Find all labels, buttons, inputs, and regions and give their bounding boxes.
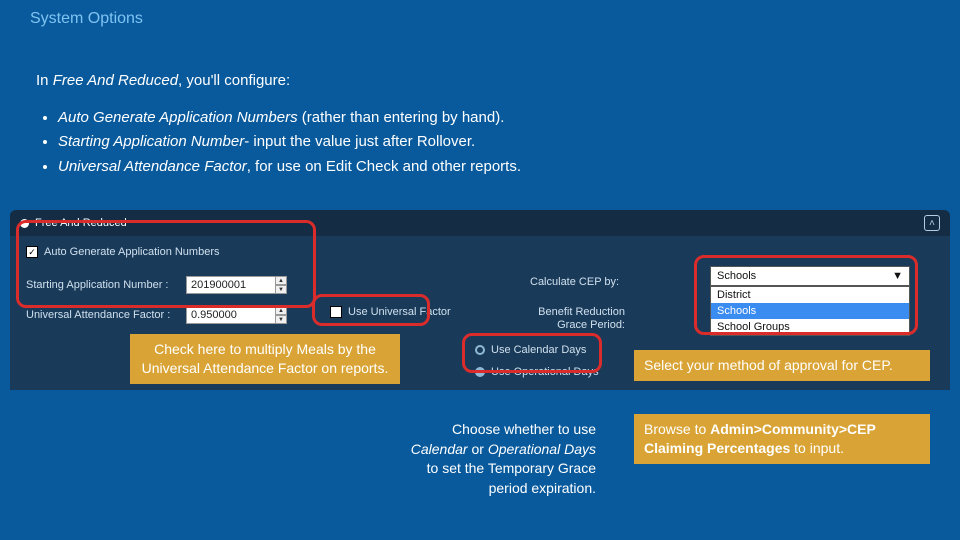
cep-dropdown-area: Schools ▼ District Schools School Groups	[710, 266, 910, 336]
intro-bullet: Starting Application Number- input the v…	[58, 131, 736, 154]
radio-operational-label: Use Operational Days	[491, 366, 599, 378]
cep-dropdown-value: Schools	[717, 270, 756, 282]
radio-calendar[interactable]	[475, 345, 485, 355]
callout-universal-factor: Check here to multiply Meals by the Univ…	[130, 334, 400, 384]
note-days-em2: Operational Days	[488, 441, 596, 457]
bullet-rest: , for use on Edit Check and other report…	[247, 158, 521, 175]
benefit-label: Benefit Reduction Grace Period:	[505, 306, 625, 332]
intro-lead-suffix: , you'll configure:	[178, 72, 290, 89]
uaf-label: Universal Attendance Factor :	[26, 309, 186, 321]
auto-generate-checkbox[interactable]	[26, 246, 38, 258]
chevron-down-icon: ▼	[892, 270, 903, 282]
note-days-mid: or	[468, 441, 488, 457]
use-universal-label: Use Universal Factor	[348, 306, 451, 318]
callout-cep-select: Select your method of approval for CEP.	[634, 350, 930, 381]
bullet-emph: Starting Application Number	[58, 133, 244, 150]
auto-generate-label: Auto Generate Application Numbers	[44, 246, 220, 258]
starting-number-label: Starting Application Number :	[26, 279, 186, 291]
intro-block: In Free And Reduced, you'll configure: A…	[36, 70, 736, 180]
starting-number-input[interactable]: 201900001	[186, 276, 276, 294]
benefit-label-l1: Benefit Reduction	[538, 306, 625, 318]
radio-calendar-label: Use Calendar Days	[491, 344, 586, 356]
panel-bullet-icon	[20, 219, 29, 228]
cep-browse-prefix: Browse to	[644, 421, 710, 437]
panel-header: Free And Reduced ˄	[10, 210, 950, 236]
starting-number-stepper[interactable]: ▲▼	[275, 276, 287, 294]
uaf-row: Universal Attendance Factor : 0.950000 ▲…	[26, 306, 287, 324]
cep-browse-suffix: to input.	[790, 440, 844, 456]
cep-dropdown[interactable]: Schools ▼	[710, 266, 910, 286]
use-universal-row: Use Universal Factor	[330, 306, 451, 318]
calculate-cep-label-row: Calculate CEP by:	[530, 276, 619, 288]
intro-bullet: Auto Generate Application Numbers (rathe…	[58, 107, 736, 130]
note-days-l1: Choose whether to use	[452, 421, 596, 437]
bullet-rest: - input the value just after Rollover.	[244, 133, 475, 150]
radio-calendar-row[interactable]: Use Calendar Days	[475, 344, 586, 356]
intro-bullet: Universal Attendance Factor, for use on …	[58, 156, 736, 179]
bullet-rest: (rather than entering by hand).	[298, 109, 505, 126]
callout-cep-browse: Browse to Admin>Community>CEP Claiming P…	[634, 414, 930, 464]
calculate-cep-label: Calculate CEP by:	[530, 276, 619, 288]
auto-generate-row: Auto Generate Application Numbers	[26, 246, 220, 258]
note-days-l4: period expiration.	[489, 480, 596, 496]
intro-lead: In Free And Reduced, you'll configure:	[36, 70, 736, 93]
panel-title: Free And Reduced	[35, 217, 127, 229]
note-days: Choose whether to use Calendar or Operat…	[396, 420, 596, 498]
note-days-l3: to set the Temporary Grace	[427, 460, 596, 476]
intro-lead-prefix: In	[36, 72, 53, 89]
bullet-emph: Auto Generate Application Numbers	[58, 109, 298, 126]
collapse-icon[interactable]: ˄	[924, 215, 940, 231]
uaf-input[interactable]: 0.950000	[186, 306, 276, 324]
bullet-emph: Universal Attendance Factor	[58, 158, 247, 175]
note-days-em1: Calendar	[411, 441, 468, 457]
cep-dropdown-list[interactable]: District Schools School Groups	[710, 286, 910, 336]
benefit-label-l2: Grace Period:	[557, 319, 625, 331]
cep-option[interactable]: School Groups	[711, 319, 909, 335]
cep-option[interactable]: Schools	[711, 303, 909, 319]
starting-number-row: Starting Application Number : 201900001 …	[26, 276, 287, 294]
use-universal-checkbox[interactable]	[330, 306, 342, 318]
page-title: System Options	[30, 10, 143, 28]
radio-operational[interactable]	[475, 367, 485, 377]
cep-option[interactable]: District	[711, 287, 909, 303]
radio-operational-row[interactable]: Use Operational Days	[475, 366, 599, 378]
uaf-stepper[interactable]: ▲▼	[275, 306, 287, 324]
intro-lead-emph: Free And Reduced	[53, 72, 178, 89]
intro-bullets: Auto Generate Application Numbers (rathe…	[36, 107, 736, 179]
